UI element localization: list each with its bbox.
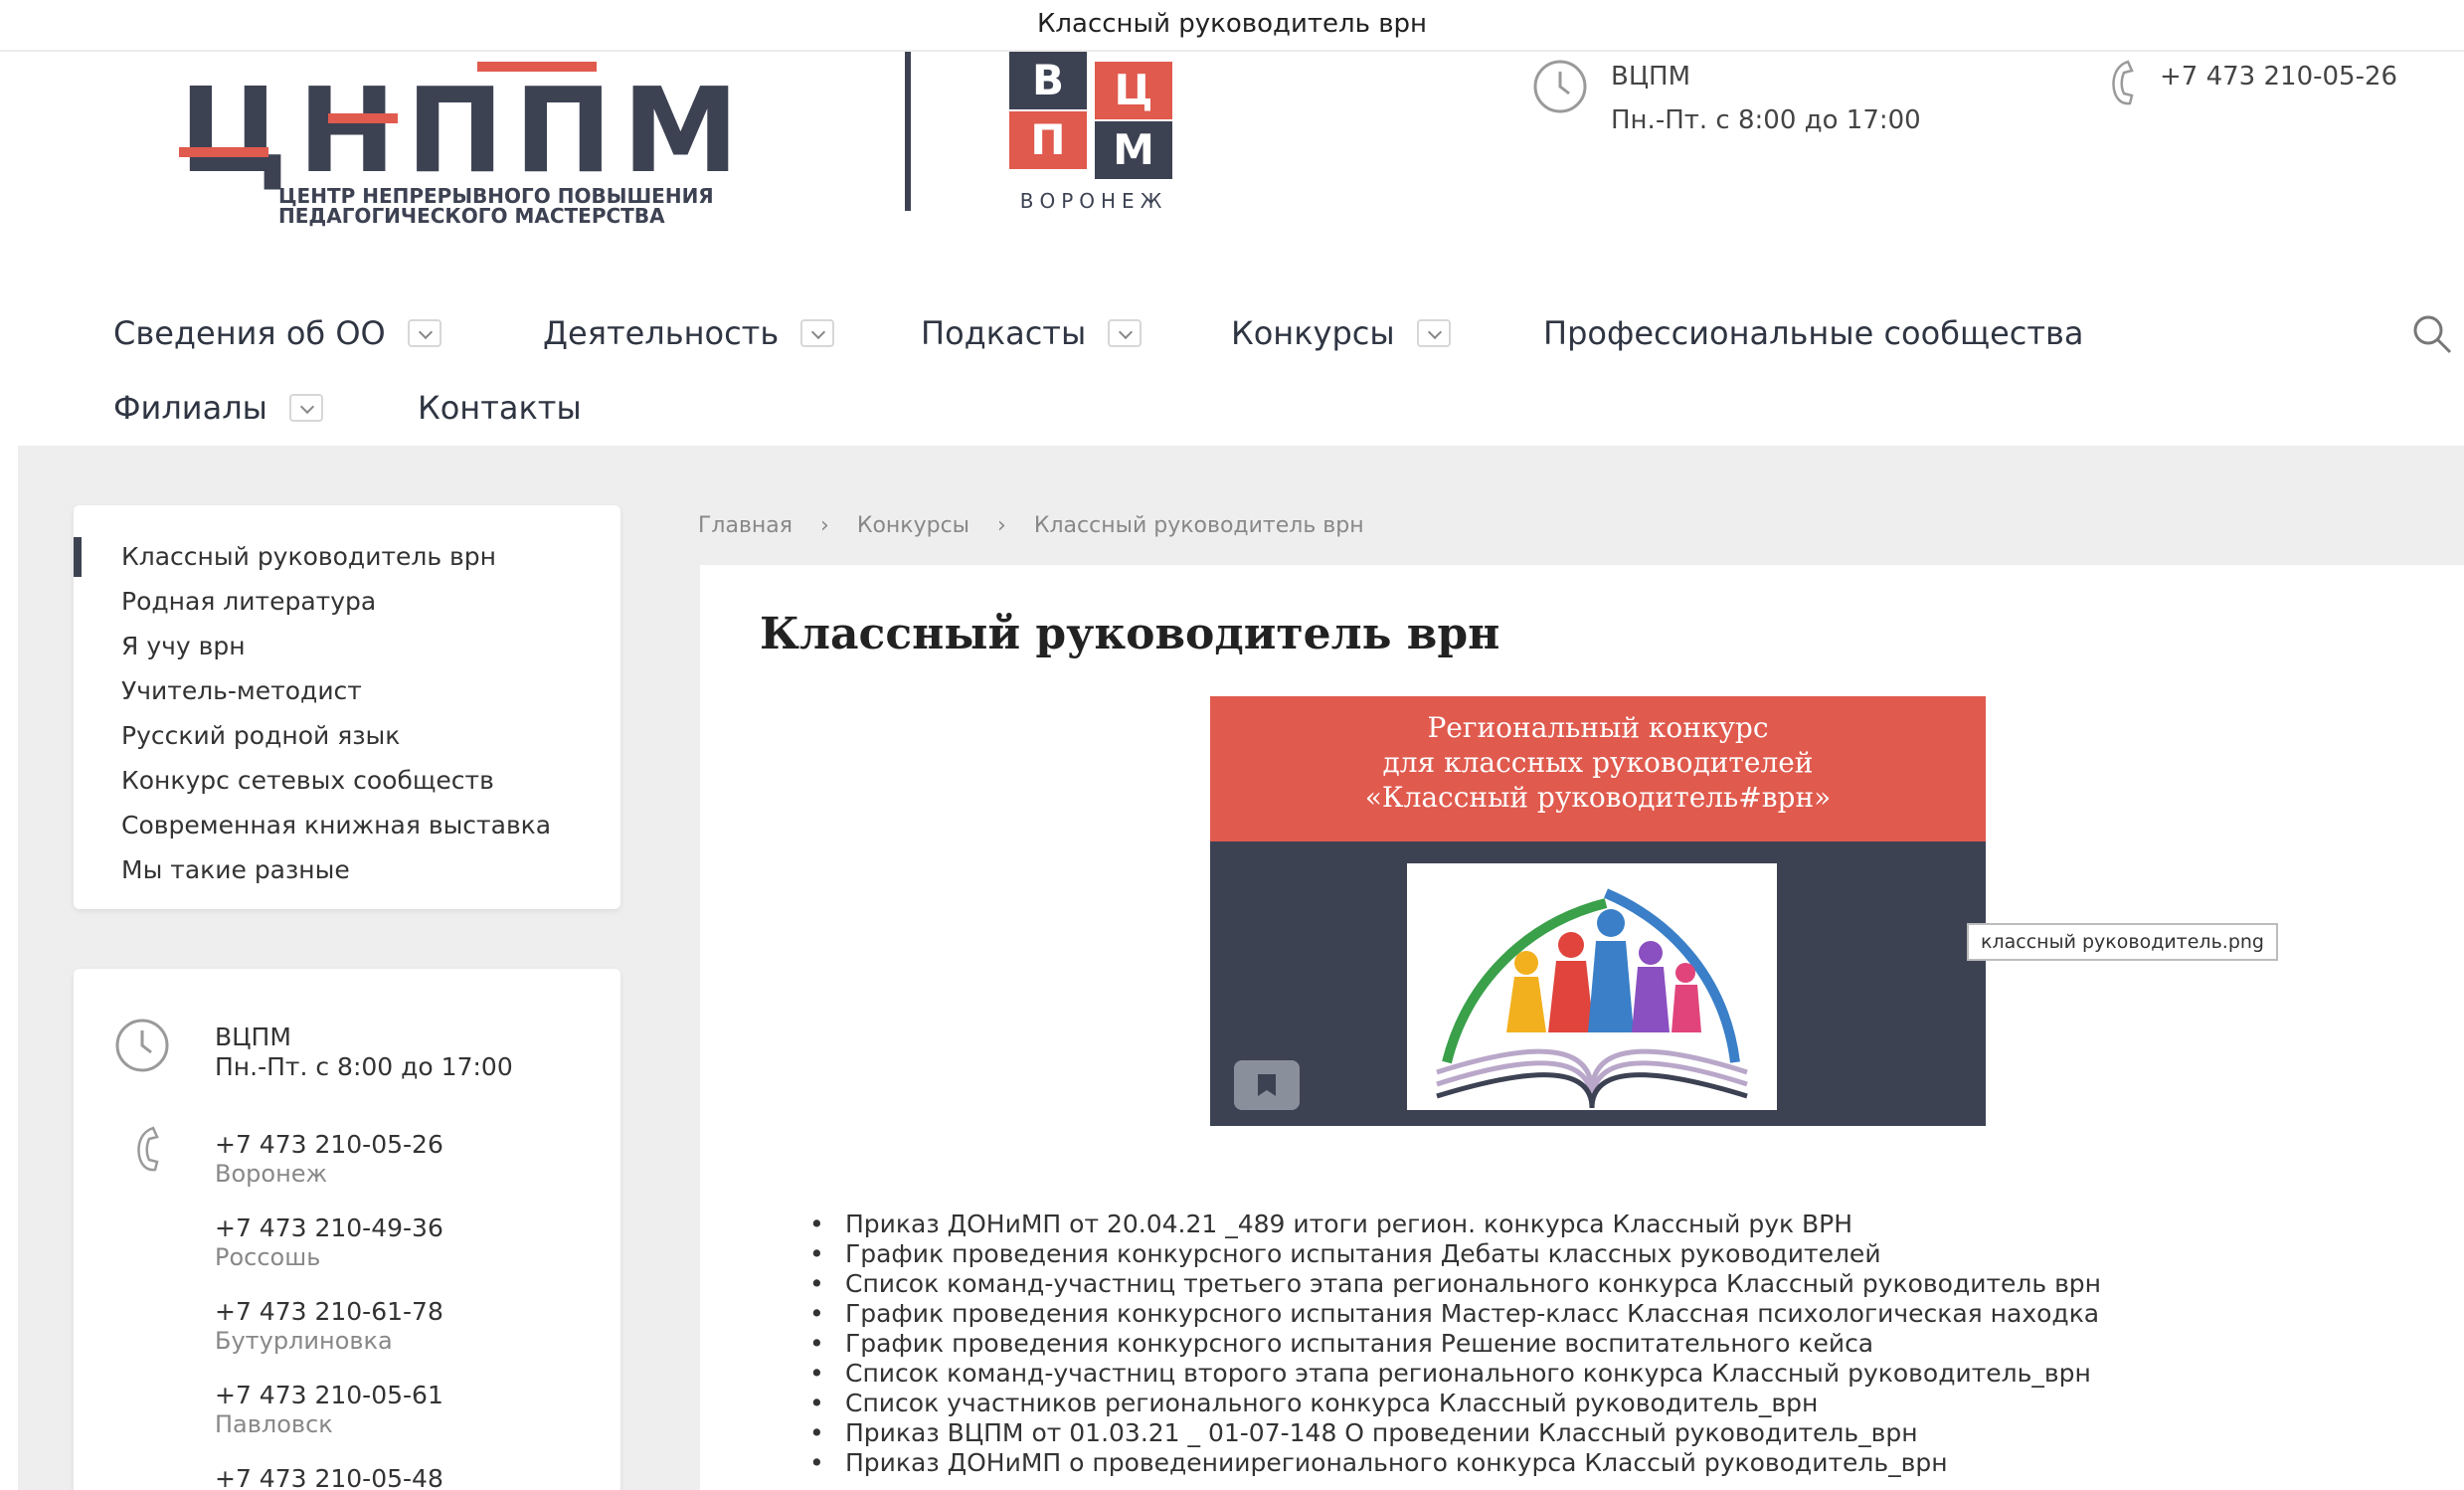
nav-label: Сведения об ОО (113, 314, 386, 352)
nav-item-deyatelnost[interactable]: Деятельность (543, 308, 835, 358)
family-book-illustration (1407, 863, 1777, 1110)
logo-letter: Н (297, 62, 406, 199)
image-tooltip: классный руководитель.png (1967, 923, 2278, 961)
sidebar-item-uchitel-metodist[interactable]: Учитель-методист (121, 671, 362, 711)
sidebar-item-rodnaya-literatura[interactable]: Родная литература (121, 582, 376, 622)
chevron-down-icon[interactable] (1108, 319, 1143, 347)
clock-icon (115, 1019, 169, 1072)
header-hours: Пн.-Пт. с 8:00 до 17:00 (1611, 105, 1921, 135)
logo-letter: П (514, 62, 622, 199)
breadcrumb-home[interactable]: Главная (698, 513, 792, 538)
window-title: Классный руководитель врн (1036, 9, 1428, 39)
contact-phone[interactable]: +7 473 210-49-36 (215, 1213, 443, 1242)
sidebar-menu: Классный руководитель врн Родная литерат… (74, 505, 620, 909)
vcpm-letter: П (1009, 111, 1087, 169)
contact-city: Бутурлиновка (215, 1327, 393, 1355)
breadcrumb-separator-icon: › (997, 512, 1006, 538)
sidebar-item-klassny-rukovoditel[interactable]: Классный руководитель врн (121, 537, 496, 577)
nav-item-podkasty[interactable]: Подкасты (921, 308, 1143, 358)
nav-label: Конкурсы (1231, 314, 1395, 352)
document-link[interactable]: Список участников регионального конкурса… (809, 1389, 2420, 1418)
banner-line: Региональный конкурс (1427, 711, 1769, 744)
nav-item-konkursy[interactable]: Конкурсы (1231, 308, 1451, 358)
breadcrumb-separator-icon: › (820, 512, 829, 538)
phone-icon (2112, 60, 2134, 105)
sidebar-item-ya-uchu[interactable]: Я учу врн (121, 627, 246, 666)
contest-banner-image[interactable]: Региональный конкурс для классных руково… (1210, 696, 1986, 1126)
document-link[interactable]: Приказ ДОНиМП от 20.04.21 _489 итоги рег… (809, 1210, 2420, 1239)
vcpm-letter: Ц (1095, 62, 1172, 119)
vcpm-letter: В (1009, 52, 1087, 109)
breadcrumb: Главная › Конкурсы › Классный руководите… (698, 505, 1364, 545)
contact-city: Павловск (215, 1410, 333, 1438)
sidebar-contacts: ВЦПМ Пн.-Пт. с 8:00 до 17:00 +7 473 210-… (74, 969, 620, 1490)
banner-header: Региональный конкурс для классных руково… (1210, 696, 1986, 841)
search-icon[interactable] (2410, 312, 2454, 356)
nav-label: Филиалы (113, 389, 267, 427)
logo-letter: М (622, 62, 749, 199)
nav-item-svedeniya[interactable]: Сведения об ОО (113, 308, 441, 358)
main-content: Классный руководитель врн Региональный к… (700, 565, 2464, 1490)
nav-label: Контакты (418, 389, 582, 427)
logo-text-line2: ПЕДАГОГИЧЕСКОГО МАСТЕРСТВА (278, 204, 665, 228)
vcpm-letter: М (1095, 121, 1172, 179)
nav-item-prof-soobshchestva[interactable]: Профессиональные сообщества (1543, 308, 2083, 358)
chevron-down-icon[interactable] (1416, 319, 1451, 347)
breadcrumb-konkursy[interactable]: Конкурсы (857, 513, 969, 538)
chevron-down-icon[interactable] (800, 319, 835, 347)
contact-phone[interactable]: +7 473 210-05-61 (215, 1381, 443, 1409)
document-link[interactable]: Приказ ДОНиМП о проведениирегионального … (809, 1448, 2420, 1478)
document-link[interactable]: График проведения конкурсного испытания … (809, 1239, 2420, 1269)
document-link[interactable]: Приказ ВЦПМ от 01.03.21 _ 01-07-148 О пр… (809, 1418, 2420, 1448)
header-phone[interactable]: +7 473 210-05-26 (2160, 62, 2397, 92)
nav-item-filialy[interactable]: Филиалы (113, 383, 323, 433)
vcpm-city: ВОРОНЕЖ (1019, 189, 1168, 213)
nav-label: Подкасты (921, 314, 1087, 352)
logo-letter: Ц (179, 62, 297, 199)
contact-city: Россошь (215, 1243, 321, 1271)
contact-city: Воронеж (215, 1160, 328, 1188)
cnppm-logo[interactable]: ЦНППМ ЦЕНТР НЕПРЕРЫВНОГО ПОВЫШЕНИЯ ПЕДАГ… (179, 62, 825, 231)
nav-label: Профессиональные сообщества (1543, 314, 2084, 352)
banner-line: для классных руководителей (1382, 746, 1814, 779)
document-link[interactable]: Список команд-участниц третьего этапа ре… (809, 1269, 2420, 1299)
contact-phone[interactable]: +7 473 210-61-78 (215, 1297, 443, 1326)
chevron-down-icon[interactable] (407, 319, 441, 347)
contacts-org: ВЦПМ (215, 1023, 291, 1051)
sidebar-item-knizhnaya-vystavka[interactable]: Современная книжная выставка (121, 806, 551, 845)
header-org: ВЦПМ (1611, 62, 1691, 92)
site-header: ЦНППМ ЦЕНТР НЕПРЕРЫВНОГО ПОВЫШЕНИЯ ПЕДАГ… (0, 52, 2464, 241)
chevron-down-icon[interactable] (288, 394, 323, 422)
clock-icon (1533, 60, 1587, 113)
banner-line: «Классный руководитель#врн» (1364, 781, 1832, 814)
nav-label: Деятельность (543, 314, 780, 352)
sidebar-item-russky-rodnoy[interactable]: Русский родной язык (121, 716, 400, 756)
sidebar-active-indicator (74, 537, 82, 577)
sidebar-item-setevye-soobshchestva[interactable]: Конкурс сетевых сообществ (121, 761, 494, 801)
document-link[interactable]: График проведения конкурсного испытания … (809, 1299, 2420, 1329)
sidebar-item-my-takie-raznye[interactable]: Мы такие разные (121, 850, 350, 890)
document-link[interactable]: Список команд-участниц второго этапа рег… (809, 1359, 2420, 1389)
main-nav: Сведения об ОО Деятельность Подкасты Кон… (0, 298, 2464, 448)
svg-text:ЦНППМ: ЦНППМ (179, 62, 749, 199)
nav-item-kontakty[interactable]: Контакты (418, 383, 582, 433)
phone-icon (137, 1126, 159, 1172)
bookmark-icon[interactable] (1234, 1060, 1300, 1110)
window-title-bar: Классный руководитель врн (0, 0, 2464, 52)
vcpm-logo-grid: В Ц П М (1009, 52, 1178, 179)
vcpm-logo[interactable]: В Ц П М ВОРОНЕЖ (1009, 52, 1178, 231)
breadcrumb-current: Классный руководитель врн (1033, 512, 1364, 538)
logo-letter: П (406, 62, 514, 199)
contact-phone[interactable]: +7 473 210-05-26 (215, 1130, 443, 1159)
contacts-hours: Пн.-Пт. с 8:00 до 17:00 (215, 1052, 513, 1081)
document-list: Приказ ДОНиМП от 20.04.21 _489 итоги рег… (809, 1210, 2420, 1478)
logo-divider (905, 52, 911, 211)
contact-phone[interactable]: +7 473 210-05-48 (215, 1464, 443, 1490)
page-title: Классный руководитель врн (760, 609, 1500, 659)
document-link[interactable]: График проведения конкурсного испытания … (809, 1329, 2420, 1359)
